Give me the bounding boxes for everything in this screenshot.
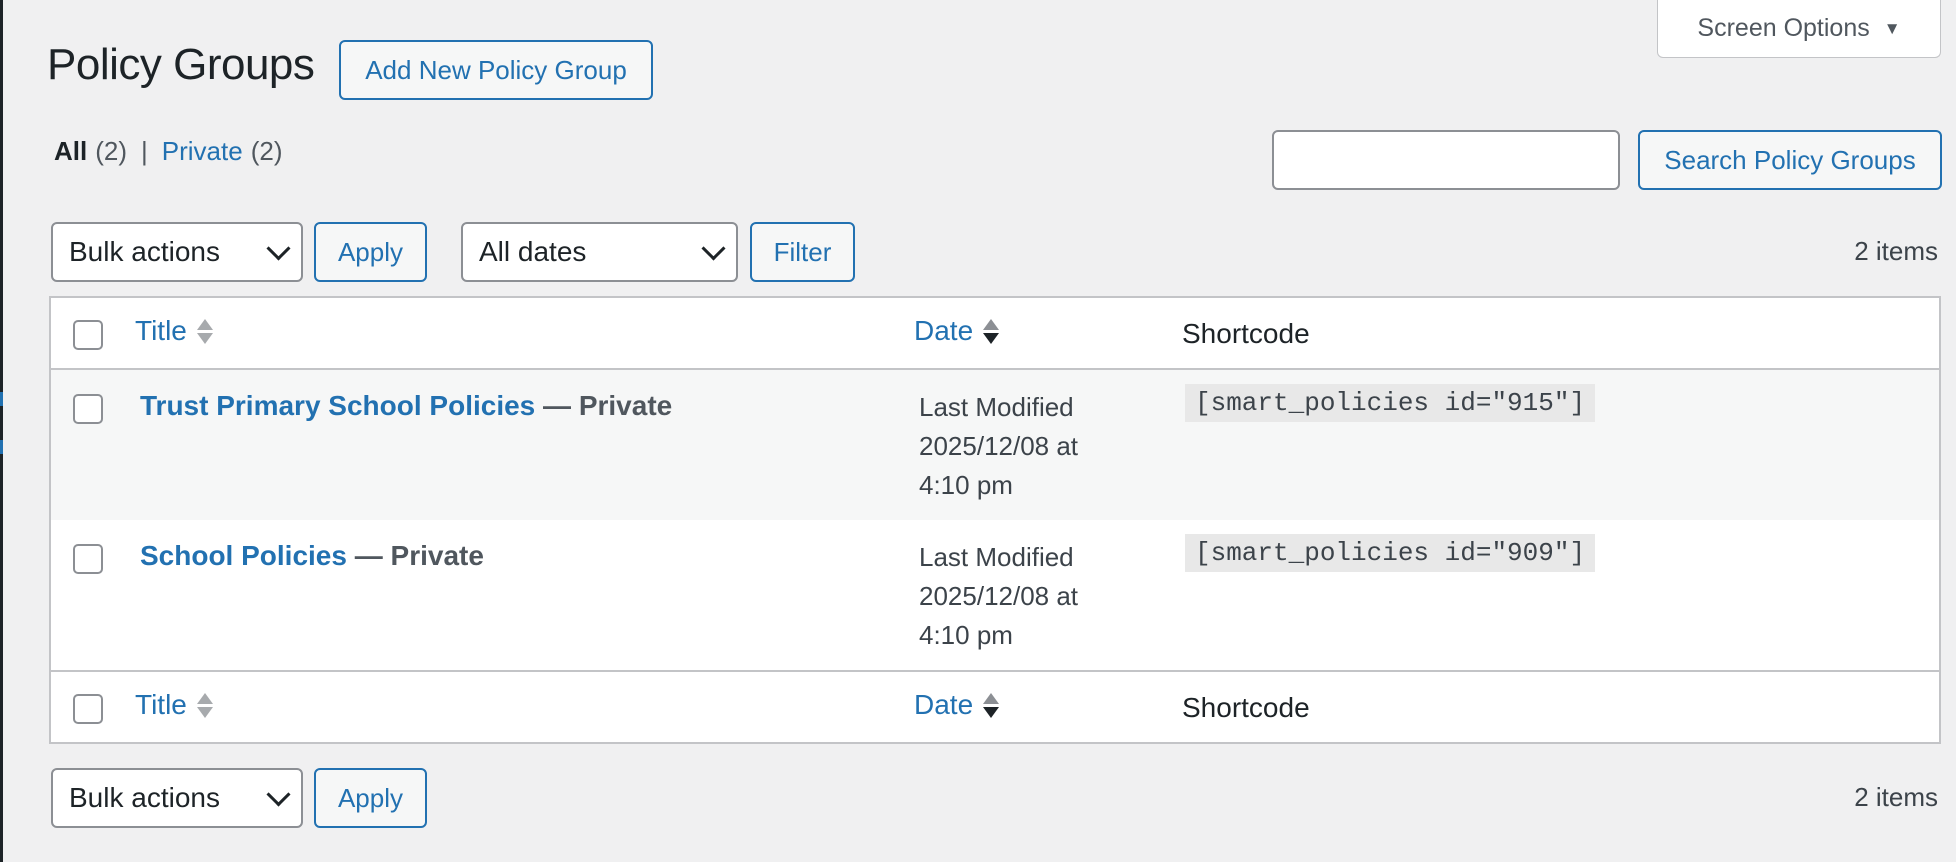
admin-menu-edge-indicator xyxy=(0,392,3,406)
column-date-label: Date xyxy=(914,689,974,720)
chevron-down-icon xyxy=(266,781,291,807)
row-date-cell: Last Modified 2025/12/08 at 4:10 pm xyxy=(919,388,1119,505)
view-filters: All (2) | Private (2) xyxy=(54,136,282,167)
date-value: 2025/12/08 at xyxy=(919,581,1079,611)
view-all-count: (2) xyxy=(95,136,128,166)
shortcode-value: [smart_policies id="915"] xyxy=(1185,384,1596,422)
chevron-down-icon xyxy=(701,235,726,261)
sort-arrows-icon xyxy=(196,692,213,718)
items-count-top: 2 items xyxy=(1854,236,1938,266)
caret-down-icon: ▼ xyxy=(1883,18,1901,38)
table-row: Trust Primary School Policies — Private … xyxy=(51,370,1939,520)
time-value: 4:10 pm xyxy=(919,620,1013,650)
apply-button-bottom[interactable]: Apply xyxy=(314,768,427,828)
column-title-sort-footer[interactable]: Title xyxy=(135,689,213,721)
filter-button[interactable]: Filter xyxy=(750,222,855,282)
column-title-label: Title xyxy=(135,689,187,720)
row-title-cell: Trust Primary School Policies — Private xyxy=(140,390,672,422)
post-state: — Private xyxy=(354,540,484,571)
column-date-sort-footer[interactable]: Date xyxy=(914,689,1000,721)
view-private-count: (2) xyxy=(250,136,283,166)
view-all-link[interactable]: All xyxy=(54,136,87,167)
column-title-sort[interactable]: Title xyxy=(135,315,213,347)
apply-button-top[interactable]: Apply xyxy=(314,222,427,282)
date-filter-select[interactable]: All dates xyxy=(461,222,738,282)
date-value: 2025/12/08 at xyxy=(919,431,1079,461)
column-date-label: Date xyxy=(914,315,974,346)
table-footer: Title Date Shortcode xyxy=(51,670,1939,742)
column-date-sort[interactable]: Date xyxy=(914,315,1000,347)
row-date-cell: Last Modified 2025/12/08 at 4:10 pm xyxy=(919,538,1119,655)
view-private-link[interactable]: Private xyxy=(162,136,243,167)
row-checkbox[interactable] xyxy=(73,544,103,574)
date-status: Last Modified xyxy=(919,392,1074,422)
row-title-cell: School Policies — Private xyxy=(140,540,484,572)
policy-groups-table: Title Date Shortcode Trust Primary Schoo… xyxy=(49,296,1941,744)
sort-arrows-icon xyxy=(983,318,1000,344)
row-checkbox[interactable] xyxy=(73,394,103,424)
admin-menu-edge-indicator xyxy=(0,440,3,454)
row-title-link[interactable]: Trust Primary School Policies xyxy=(140,390,535,421)
sort-arrows-icon xyxy=(196,318,213,344)
column-shortcode-label: Shortcode xyxy=(1182,318,1310,349)
select-all-checkbox-footer[interactable] xyxy=(73,694,103,724)
bulk-actions-selected: Bulk actions xyxy=(69,782,220,813)
table-row: School Policies — Private Last Modified … xyxy=(51,520,1939,670)
date-status: Last Modified xyxy=(919,542,1074,572)
bulk-actions-select-top[interactable]: Bulk actions xyxy=(51,222,303,282)
date-filter-selected: All dates xyxy=(479,236,587,267)
column-shortcode-label: Shortcode xyxy=(1182,692,1310,723)
row-title-link[interactable]: School Policies xyxy=(140,540,347,571)
view-separator: | xyxy=(141,136,148,166)
screen-options-button[interactable]: Screen Options ▼ xyxy=(1657,0,1941,58)
post-state: — Private xyxy=(543,390,673,421)
screen-options-label: Screen Options xyxy=(1697,14,1870,42)
items-count-bottom: 2 items xyxy=(1854,782,1938,812)
select-all-checkbox[interactable] xyxy=(73,320,103,350)
shortcode-value: [smart_policies id="909"] xyxy=(1185,534,1596,572)
search-input[interactable] xyxy=(1272,130,1620,190)
search-policy-groups-button[interactable]: Search Policy Groups xyxy=(1638,130,1942,190)
bulk-actions-select-bottom[interactable]: Bulk actions xyxy=(51,768,303,828)
column-title-label: Title xyxy=(135,315,187,346)
time-value: 4:10 pm xyxy=(919,470,1013,500)
chevron-down-icon xyxy=(266,235,291,261)
page-title: Policy Groups xyxy=(47,40,315,89)
table-header: Title Date Shortcode xyxy=(51,298,1939,370)
add-new-policy-group-button[interactable]: Add New Policy Group xyxy=(339,40,653,100)
sort-arrows-icon xyxy=(983,692,1000,718)
bulk-actions-selected: Bulk actions xyxy=(69,236,220,267)
